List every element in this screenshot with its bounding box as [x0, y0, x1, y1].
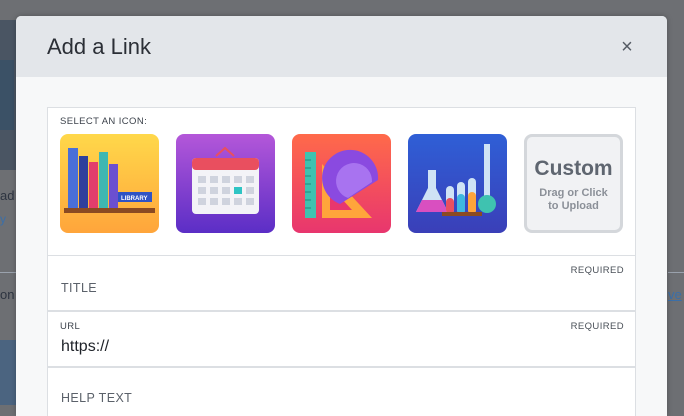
- close-icon[interactable]: ×: [617, 37, 637, 57]
- add-link-modal: Add a Link × SELECT AN ICON: LIBRARY Cus…: [16, 16, 667, 416]
- calendar-icon[interactable]: [176, 134, 275, 233]
- custom-tile-subtitle-line1: Drag or Click: [539, 187, 608, 199]
- custom-tile-title: Custom: [534, 157, 613, 180]
- background-link-fragment-2: ve: [668, 287, 682, 302]
- background-divider-right: [668, 272, 684, 273]
- icon-selector-label: SELECT AN ICON:: [60, 116, 148, 127]
- custom-upload-tile[interactable]: Custom Drag or Click to Upload: [524, 134, 623, 233]
- science-beakers-icon[interactable]: [408, 134, 507, 233]
- modal-header: Add a Link ×: [16, 16, 667, 77]
- background-link-fragment: y: [0, 212, 6, 226]
- modal-body: SELECT AN ICON: LIBRARY Custom Drag or C…: [16, 77, 667, 416]
- background-text-fragment: ad: [0, 188, 15, 203]
- url-required-label: REQUIRED: [570, 321, 624, 332]
- background-image-fragment: [0, 340, 16, 405]
- ruler-protractor-icon[interactable]: [292, 134, 391, 233]
- custom-tile-subtitle-line2: to Upload: [548, 200, 599, 212]
- icon-options: LIBRARY Custom Drag or Click to Upload: [60, 134, 623, 233]
- help-text-input[interactable]: HELP TEXT: [61, 391, 132, 405]
- custom-tile-subtitle: Drag or Click to Upload: [527, 187, 620, 213]
- icon-selector: SELECT AN ICON: LIBRARY Custom Drag or C…: [47, 107, 636, 256]
- url-label: URL: [60, 321, 81, 332]
- background-card-image: [0, 60, 14, 130]
- library-books-icon[interactable]: LIBRARY: [60, 134, 159, 233]
- title-input[interactable]: TITLE: [61, 281, 97, 295]
- modal-title: Add a Link: [47, 34, 151, 59]
- url-field[interactable]: URL REQUIRED https://: [47, 311, 636, 367]
- help-text-field[interactable]: HELP TEXT: [47, 367, 636, 416]
- library-badge-text: LIBRARY: [121, 196, 147, 202]
- url-input[interactable]: https://: [61, 338, 109, 356]
- background-divider: [0, 272, 16, 273]
- title-field[interactable]: REQUIRED TITLE: [47, 255, 636, 311]
- title-required-label: REQUIRED: [570, 265, 624, 276]
- background-text-fragment-2: on: [0, 287, 15, 302]
